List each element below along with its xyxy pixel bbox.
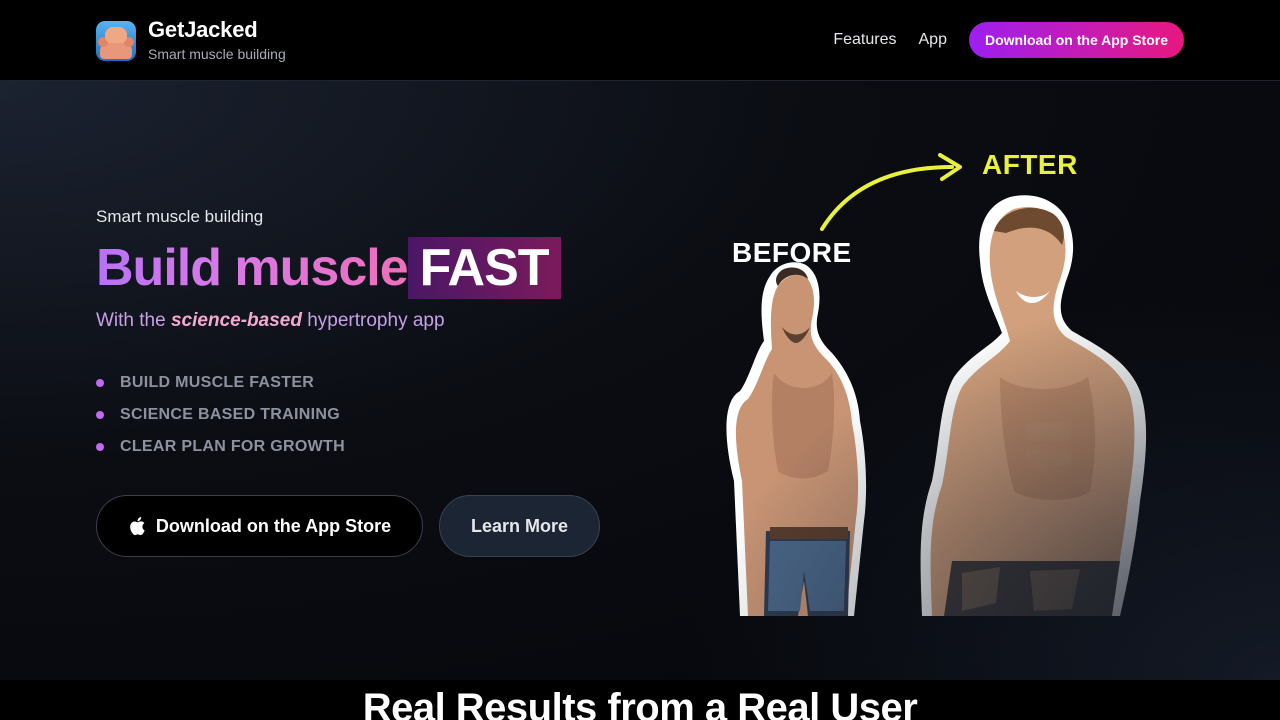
before-label: BEFORE: [732, 237, 852, 268]
app-logo-icon: [96, 21, 136, 61]
brand-name: GetJacked: [148, 17, 258, 42]
before-after-image: BEFORE AFTER: [700, 141, 1160, 616]
tagline-emphasis: science-based: [170, 310, 302, 331]
bullet-dot-icon: [96, 443, 104, 451]
list-item: SCIENCE BASED TRAINING: [96, 399, 345, 431]
headline-highlight: FAST: [407, 237, 561, 299]
list-item: CLEAR PLAN FOR GROWTH: [96, 431, 345, 463]
hero-tagline: With the science-based hypertrophy app: [96, 310, 445, 332]
before-figure: [726, 262, 867, 616]
hero-eyebrow: Smart muscle building: [96, 207, 264, 226]
tagline-suffix: hypertrophy app: [301, 310, 445, 331]
nav-link-features[interactable]: Features: [833, 22, 896, 58]
feature-list: BUILD MUSCLE FASTER SCIENCE BASED TRAINI…: [96, 367, 345, 463]
feature-text: SCIENCE BASED TRAINING: [120, 406, 340, 423]
main-nav: Features App Download on the App Store: [833, 22, 1184, 58]
learn-more-button[interactable]: Learn More: [439, 495, 600, 557]
header-download-button[interactable]: Download on the App Store: [968, 22, 1184, 58]
hero-section: Smart muscle building Build muscle FAST …: [0, 81, 1280, 680]
headline-main: Build muscle: [96, 239, 409, 297]
brand-tagline: Smart muscle building: [148, 46, 286, 62]
after-figure: [920, 195, 1147, 616]
nav-link-app[interactable]: App: [919, 22, 947, 58]
bullet-dot-icon: [96, 411, 104, 419]
tagline-prefix: With the: [96, 310, 171, 331]
list-item: BUILD MUSCLE FASTER: [96, 367, 345, 399]
after-label: AFTER: [982, 149, 1078, 180]
download-button-label: Download on the App Store: [155, 515, 392, 536]
brand[interactable]: GetJacked Smart muscle building: [96, 17, 286, 62]
feature-text: CLEAR PLAN FOR GROWTH: [120, 438, 345, 455]
hero-headline: Build muscle FAST: [96, 237, 561, 299]
feature-text: BUILD MUSCLE FASTER: [120, 374, 315, 391]
apple-icon: [130, 517, 145, 536]
download-app-store-button[interactable]: Download on the App Store: [96, 495, 423, 557]
results-section-title: Real Results from a Real User: [362, 686, 918, 720]
arrow-icon: [820, 153, 962, 231]
site-header: GetJacked Smart muscle building Features…: [0, 0, 1280, 81]
bullet-dot-icon: [96, 379, 104, 387]
